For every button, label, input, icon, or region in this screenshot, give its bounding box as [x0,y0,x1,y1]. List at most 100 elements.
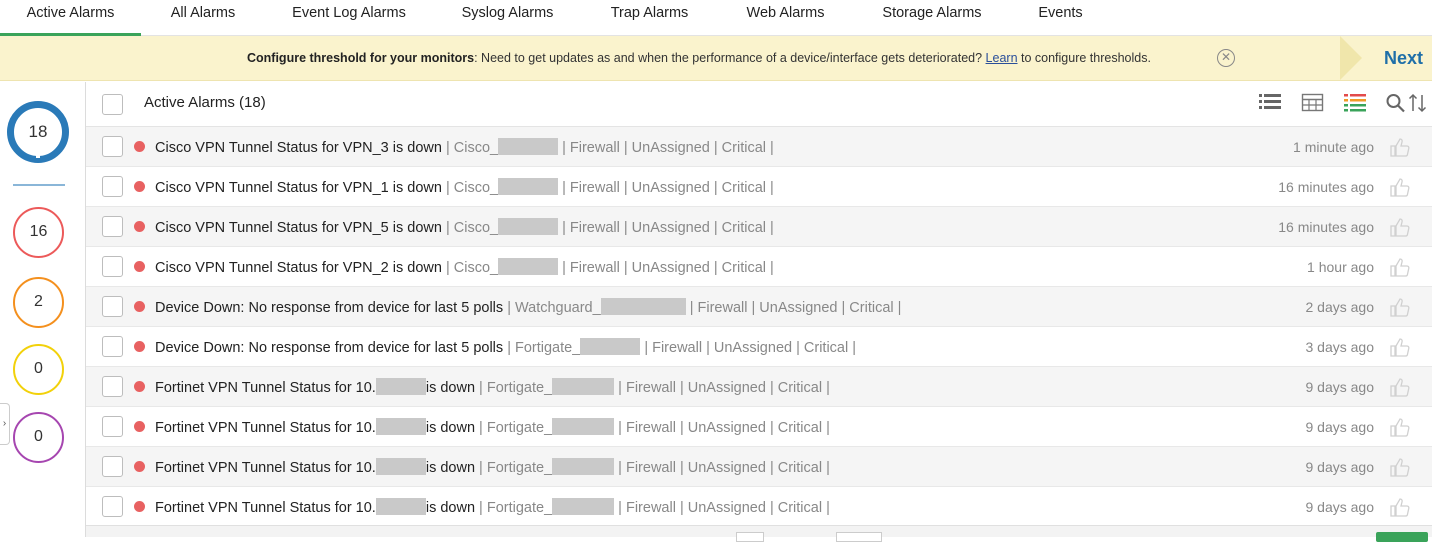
alarm-title[interactable]: Device Down: No response from device for… [155,340,503,356]
search-icon[interactable] [1384,92,1408,114]
severity-dot [134,421,145,432]
alarm-device[interactable]: Watchguard_ [515,300,601,316]
colored-list-icon[interactable] [1343,92,1367,114]
redacted-block [552,378,615,395]
critical-count-ring[interactable]: 16 [13,207,64,258]
tab-all-alarms[interactable]: All Alarms [160,0,246,36]
tab-web-alarms[interactable]: Web Alarms [738,0,833,36]
alarm-title[interactable]: Cisco VPN Tunnel Status for VPN_5 is dow… [155,220,442,236]
alarm-time: 9 days ago [1305,379,1375,395]
alarm-title[interactable]: Fortinet VPN Tunnel Status for 10. [155,460,376,476]
threshold-banner: Configure threshold for your monitors: N… [0,36,1432,81]
alarm-title-suffix[interactable]: is down [426,500,475,516]
alarm-device[interactable]: Fortigate_ [487,420,552,436]
alarm-time: 1 minute ago [1293,139,1374,155]
alarm-text: Cisco VPN Tunnel Status for VPN_1 is dow… [155,178,774,196]
alarm-row[interactable]: Cisco VPN Tunnel Status for VPN_1 is dow… [86,167,1432,207]
alarm-title[interactable]: Fortinet VPN Tunnel Status for 10. [155,420,376,436]
redacted-block [498,138,559,155]
alarm-device[interactable]: Fortigate_ [487,380,552,396]
alarm-row[interactable]: Fortinet VPN Tunnel Status for 10. is dow… [86,407,1432,447]
banner-text: : Need to get updates as and when the pe… [474,51,986,65]
tab-event-log-alarms[interactable]: Event Log Alarms [285,0,413,36]
alarm-device[interactable]: Fortigate_ [487,500,552,516]
alarm-row[interactable]: Fortinet VPN Tunnel Status for 10. is dow… [86,487,1432,527]
next-button[interactable]: Next [1384,48,1423,69]
select-all-checkbox[interactable] [102,94,123,115]
alarm-device[interactable]: Cisco_ [454,220,498,236]
alarm-row[interactable]: Cisco VPN Tunnel Status for VPN_3 is dow… [86,127,1432,167]
row-checkbox[interactable] [102,216,123,237]
redacted-block [498,218,559,235]
alarm-row[interactable]: Device Down: No response from device for… [86,327,1432,367]
service-down-count-ring[interactable]: 0 [13,412,64,463]
alarm-device[interactable]: Cisco_ [454,180,498,196]
expand-panel-icon[interactable]: › [0,403,10,445]
alarm-title[interactable]: Fortinet VPN Tunnel Status for 10. [155,380,376,396]
alarm-title[interactable]: Cisco VPN Tunnel Status for VPN_1 is dow… [155,180,442,196]
alarm-meta: | Firewall | UnAssigned | Critical | [562,260,774,276]
tab-trap-alarms[interactable]: Trap Alarms [603,0,696,36]
trouble-count-ring[interactable]: 2 [13,277,64,328]
sort-icon[interactable] [1408,92,1428,114]
alarm-row[interactable]: Fortinet VPN Tunnel Status for 10. is dow… [86,447,1432,487]
row-checkbox[interactable] [102,376,123,397]
banner-close-icon[interactable]: ✕ [1217,49,1235,67]
alarm-title-suffix[interactable]: is down [426,380,475,396]
redacted-block [375,458,426,475]
tab-syslog-alarms[interactable]: Syslog Alarms [455,0,560,36]
page-size-select[interactable] [836,532,882,542]
tab-active-alarms[interactable]: Active Alarms [0,0,141,36]
alarm-row[interactable]: Cisco VPN Tunnel Status for VPN_2 is dow… [86,247,1432,287]
alarm-title-suffix[interactable]: is down [426,460,475,476]
redacted-block [580,338,641,355]
row-checkbox[interactable] [102,456,123,477]
alarm-row[interactable]: Fortinet VPN Tunnel Status for 10. is dow… [86,367,1432,407]
page-number-input[interactable] [736,532,764,542]
alarm-device[interactable]: Cisco_ [454,140,498,156]
export-button[interactable] [1376,532,1428,542]
thumbs-up-icon[interactable] [1389,216,1411,238]
alarm-meta: | Firewall | UnAssigned | Critical | [562,180,774,196]
alarm-row[interactable]: Cisco VPN Tunnel Status for VPN_5 is dow… [86,207,1432,247]
total-alarms-ring[interactable]: 18 [7,101,69,163]
thumbs-up-icon[interactable] [1389,336,1411,358]
thumbs-up-icon[interactable] [1389,376,1411,398]
alarm-text: Cisco VPN Tunnel Status for VPN_3 is dow… [155,138,774,156]
list-view-icon[interactable] [1258,92,1282,114]
thumbs-up-icon[interactable] [1389,296,1411,318]
severity-summary-panel: 18 16 2 0 0 › [0,82,86,537]
attention-count-ring[interactable]: 0 [13,344,64,395]
alarm-title[interactable]: Fortinet VPN Tunnel Status for 10. [155,500,376,516]
alarm-time: 9 days ago [1305,499,1375,515]
thumbs-up-icon[interactable] [1389,496,1411,518]
row-checkbox[interactable] [102,336,123,357]
alarm-text: Fortinet VPN Tunnel Status for 10. is dow… [155,458,830,476]
alarm-title[interactable]: Device Down: No response from device for… [155,300,503,316]
alarm-title[interactable]: Cisco VPN Tunnel Status for VPN_3 is dow… [155,140,442,156]
alarm-row[interactable]: Device Down: No response from device for… [86,287,1432,327]
banner-text-end: to configure thresholds. [1017,51,1151,65]
row-checkbox[interactable] [102,296,123,317]
row-checkbox[interactable] [102,416,123,437]
redacted-block [375,418,426,435]
row-checkbox[interactable] [102,496,123,517]
thumbs-up-icon[interactable] [1389,256,1411,278]
redacted-block [600,298,686,315]
alarm-device[interactable]: Fortigate_ [487,460,552,476]
thumbs-up-icon[interactable] [1389,416,1411,438]
grid-view-icon[interactable] [1301,92,1325,114]
alarm-device[interactable]: Cisco_ [454,260,498,276]
thumbs-up-icon[interactable] [1389,176,1411,198]
alarm-device[interactable]: Fortigate_ [515,340,580,356]
row-checkbox[interactable] [102,136,123,157]
row-checkbox[interactable] [102,256,123,277]
row-checkbox[interactable] [102,176,123,197]
alarm-title-suffix[interactable]: is down [426,420,475,436]
tab-events[interactable]: Events [1032,0,1089,36]
thumbs-up-icon[interactable] [1389,136,1411,158]
tab-storage-alarms[interactable]: Storage Alarms [875,0,989,36]
thumbs-up-icon[interactable] [1389,456,1411,478]
alarm-title[interactable]: Cisco VPN Tunnel Status for VPN_2 is dow… [155,260,442,276]
learn-link[interactable]: Learn [986,51,1018,65]
